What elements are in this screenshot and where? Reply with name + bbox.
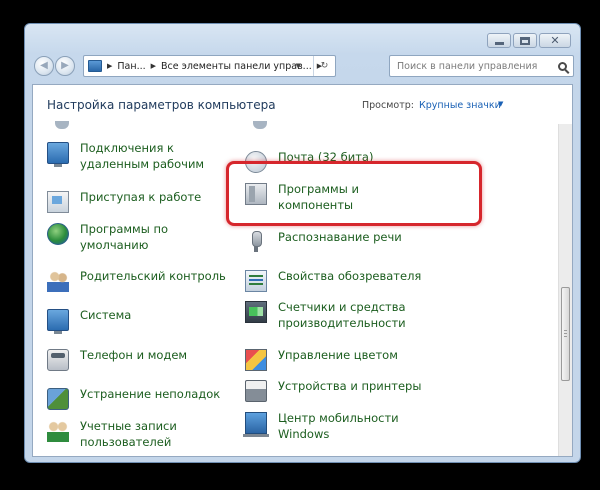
- content-pane: Настройка параметров компьютера Просмотр…: [32, 84, 573, 457]
- cp-item-phone-modem[interactable]: Телефон и модем: [47, 347, 230, 371]
- cp-item-label[interactable]: Центр мобильности Windows: [278, 410, 428, 442]
- refresh-icon: ↻: [320, 61, 329, 71]
- cp-item-label[interactable]: Устранение неполадок: [80, 386, 230, 402]
- cp-item-speech-recognition[interactable]: Распознавание речи: [245, 229, 428, 253]
- breadcrumb-separator-icon[interactable]: ▶: [151, 62, 156, 70]
- chevron-down-icon[interactable]: ▼: [498, 100, 503, 108]
- cp-item-color-management[interactable]: Управление цветом: [245, 347, 428, 371]
- cp-item-label[interactable]: Учетные записи пользователей: [80, 418, 230, 450]
- devices-printers-icon: [245, 380, 267, 402]
- cp-item-label[interactable]: Счетчики и средства производительности: [278, 299, 428, 331]
- phone-modem-icon: [47, 349, 69, 371]
- remote-desktop-icon: [47, 142, 69, 167]
- highlight-box: [226, 161, 482, 226]
- troubleshooting-icon: [47, 388, 69, 410]
- cp-item-label[interactable]: Свойства обозревателя: [278, 268, 428, 284]
- parental-controls-icon: [47, 270, 69, 292]
- cp-item-system[interactable]: Система: [47, 307, 230, 334]
- cp-item-label[interactable]: Система: [80, 307, 230, 323]
- page-title: Настройка параметров компьютера: [47, 98, 276, 112]
- cp-item-performance[interactable]: Счетчики и средства производительности: [245, 299, 428, 331]
- back-button[interactable]: ◀: [34, 56, 54, 76]
- cp-item-label[interactable]: Приступая к работе: [80, 189, 230, 205]
- performance-icon: [245, 301, 267, 323]
- user-accounts-icon: [47, 420, 69, 442]
- breadcrumb-item-all-items[interactable]: Все элементы панели управ...: [161, 61, 312, 72]
- breadcrumb-item-control-panel[interactable]: Пан...: [117, 61, 145, 72]
- partially-hidden-icon: [55, 121, 69, 129]
- cp-item-label[interactable]: Телефон и модем: [80, 347, 230, 363]
- view-by-label: Просмотр:: [362, 100, 414, 111]
- control-panel-icon: [88, 60, 102, 72]
- cp-item-internet-options[interactable]: Свойства обозревателя: [245, 268, 428, 292]
- cp-item-label[interactable]: Устройства и принтеры: [278, 378, 428, 394]
- mobility-center-icon: [243, 412, 269, 437]
- address-dropdown-icon[interactable]: ▼: [296, 62, 301, 70]
- cp-item-label[interactable]: Родительский контроль: [80, 268, 230, 284]
- getting-started-icon: [47, 191, 69, 213]
- minimize-button[interactable]: [487, 33, 511, 48]
- internet-options-icon: [245, 270, 267, 292]
- cp-item-label[interactable]: Подключения к удаленным рабочим: [80, 140, 230, 172]
- maximize-button[interactable]: [513, 33, 537, 48]
- view-by-dropdown[interactable]: Крупные значки: [419, 100, 501, 111]
- address-bar[interactable]: ▶ Пан... ▶ Все элементы панели управ... …: [83, 55, 336, 77]
- close-button[interactable]: ✕: [539, 33, 571, 48]
- scrollbar-thumb[interactable]: [561, 287, 570, 381]
- forward-arrow-icon: ▶: [61, 60, 69, 71]
- system-icon: [47, 309, 69, 334]
- partially-hidden-icon: [253, 121, 267, 129]
- refresh-button[interactable]: ↻: [313, 56, 335, 76]
- search-icon: [557, 61, 567, 71]
- window-controls: ✕: [487, 33, 571, 48]
- maximize-icon: [520, 36, 530, 45]
- cp-item-label[interactable]: Распознавание речи: [278, 229, 428, 245]
- cp-item-getting-started[interactable]: Приступая к работе: [47, 189, 230, 213]
- minimize-icon: [494, 41, 504, 45]
- search-placeholder: Поиск в панели управления: [397, 60, 538, 72]
- navigation-bar: ◀ ▶ ▶ Пан... ▶ Все элементы панели управ…: [34, 55, 574, 77]
- search-button[interactable]: [551, 56, 573, 76]
- breadcrumb-separator-icon[interactable]: ▶: [107, 62, 112, 70]
- search-input[interactable]: Поиск в панели управления: [389, 55, 574, 77]
- vertical-scrollbar[interactable]: [558, 124, 572, 456]
- speech-recognition-icon: [245, 231, 267, 253]
- default-programs-icon: [47, 223, 69, 245]
- cp-item-remote-desktop[interactable]: Подключения к удаленным рабочим: [47, 140, 230, 172]
- back-arrow-icon: ◀: [40, 60, 48, 71]
- forward-button[interactable]: ▶: [55, 56, 75, 76]
- cp-item-troubleshooting[interactable]: Устранение неполадок: [47, 386, 230, 410]
- color-management-icon: [245, 349, 267, 371]
- cp-item-label[interactable]: Программы по умолчанию: [80, 221, 230, 253]
- close-icon: ✕: [550, 34, 560, 47]
- cp-item-default-programs[interactable]: Программы по умолчанию: [47, 221, 230, 253]
- cp-item-label[interactable]: Управление цветом: [278, 347, 428, 363]
- control-panel-window: ✕ ◀ ▶ ▶ Пан... ▶ Все элементы панели упр…: [24, 23, 581, 463]
- cp-item-devices-printers[interactable]: Устройства и принтеры: [245, 378, 428, 402]
- cp-item-mobility-center[interactable]: Центр мобильности Windows: [243, 410, 428, 442]
- cp-item-parental-controls[interactable]: Родительский контроль: [47, 268, 230, 292]
- cp-item-user-accounts[interactable]: Учетные записи пользователей: [47, 418, 230, 450]
